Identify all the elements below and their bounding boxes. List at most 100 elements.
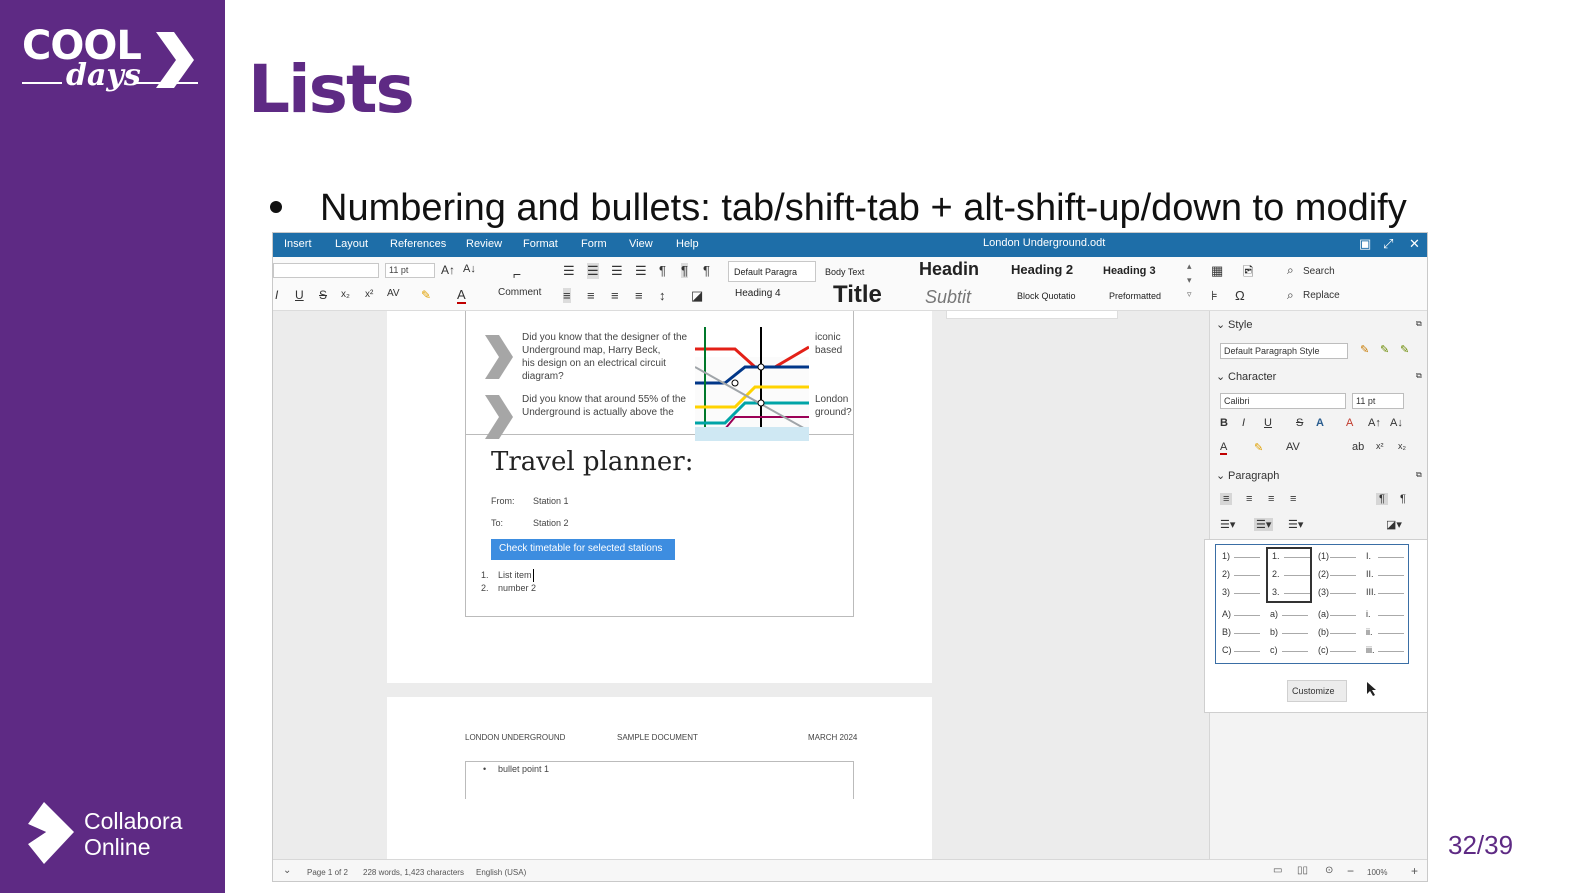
image-icon[interactable]: 🖻: [1243, 263, 1253, 285]
numbering-option[interactable]: 1) 2) 3): [1218, 547, 1264, 603]
bullet-point-1[interactable]: bullet point 1: [498, 763, 549, 776]
align-right-icon[interactable]: ≡: [611, 288, 619, 303]
style-body-text[interactable]: Body Text: [819, 261, 905, 282]
bullets-icon[interactable]: ☰: [563, 263, 575, 279]
font-name-select[interactable]: Calibri: [1220, 393, 1346, 409]
paragraph-bg-icon[interactable]: ◪▾: [1386, 518, 1402, 531]
grow-font-icon[interactable]: A↑: [441, 263, 455, 277]
style-title[interactable]: Title: [833, 281, 913, 309]
shadow-icon[interactable]: A: [1316, 417, 1324, 429]
numbering-option[interactable]: i. ii. iii.: [1362, 607, 1408, 663]
close-icon[interactable]: ✕: [1409, 236, 1420, 252]
new-style-icon[interactable]: ✎: [1380, 343, 1389, 356]
chevron-down-icon[interactable]: ⌄: [1216, 318, 1225, 331]
justify-icon[interactable]: ≡: [635, 288, 643, 303]
more-options-icon[interactable]: ⧉: [1416, 470, 1422, 480]
font-color-icon[interactable]: A: [1220, 441, 1228, 455]
outline-icon[interactable]: ☰: [611, 263, 623, 279]
strikethrough-icon[interactable]: S: [1296, 417, 1303, 429]
italic-icon[interactable]: I: [1242, 417, 1245, 429]
numbering-option[interactable]: I. II. III.: [1362, 547, 1408, 603]
style-heading-3[interactable]: Heading 3: [1103, 265, 1183, 281]
align-left-icon[interactable]: ≡: [563, 288, 571, 303]
align-center-icon[interactable]: ≡: [587, 288, 595, 303]
menu-format[interactable]: Format: [523, 238, 558, 250]
highlight-icon[interactable]: ✎: [421, 288, 431, 302]
numbering-dropdown-icon[interactable]: ☰▾: [1254, 518, 1274, 531]
chevron-down-icon[interactable]: ⌄: [1216, 469, 1225, 482]
replace-icon[interactable]: ⌕: [1287, 288, 1294, 303]
indent-icon[interactable]: ☰: [635, 263, 647, 279]
check-timetable-button[interactable]: Check timetable for selected stations: [491, 539, 675, 560]
spacing-icon[interactable]: AV: [1286, 441, 1300, 453]
menu-review[interactable]: Review: [466, 238, 502, 250]
style-preformatted[interactable]: Preformatted: [1109, 291, 1177, 305]
numbering-icon[interactable]: ☰: [587, 263, 599, 279]
font-size-box[interactable]: 11 pt: [385, 263, 435, 278]
superscript-icon[interactable]: x²: [365, 289, 373, 300]
line-spacing-icon[interactable]: ↕: [659, 288, 666, 303]
numbering-option[interactable]: A) B) C): [1218, 607, 1264, 663]
comment-label[interactable]: Comment: [498, 287, 541, 298]
zoom-out-icon[interactable]: −: [1347, 864, 1354, 878]
numbering-option-selected[interactable]: 1. 2. 3.: [1266, 547, 1312, 603]
menu-view[interactable]: View: [629, 238, 653, 250]
paragraph-bg-icon[interactable]: ◪: [691, 288, 703, 304]
table-icon[interactable]: ▦: [1211, 263, 1223, 279]
style-subtitle[interactable]: Subtit: [925, 287, 993, 309]
update-style-icon[interactable]: ✎: [1360, 343, 1369, 356]
shrink-font-icon[interactable]: A↓: [463, 263, 476, 275]
menu-insert[interactable]: Insert: [284, 238, 312, 250]
numbering-option[interactable]: (1) (2) (3): [1314, 547, 1360, 603]
style-heading-2[interactable]: Heading 2: [1011, 262, 1097, 282]
search-icon[interactable]: ⌕: [1287, 263, 1294, 278]
styles-scroll-up-icon[interactable]: ▴: [1187, 261, 1192, 272]
bullets-dropdown-icon[interactable]: ☰▾: [1220, 518, 1235, 531]
styles-more-icon[interactable]: ▿: [1187, 289, 1192, 300]
styles-scroll-down-icon[interactable]: ▾: [1187, 275, 1192, 286]
font-color-icon[interactable]: A: [457, 287, 466, 304]
more-options-icon[interactable]: ⧉: [1416, 371, 1422, 381]
clear-format-icon[interactable]: A: [1346, 417, 1353, 429]
zoom-level[interactable]: 100%: [1367, 868, 1387, 877]
language-status[interactable]: English (USA): [476, 868, 526, 877]
style-heading-1[interactable]: Headin: [919, 259, 1005, 283]
underline-icon[interactable]: U: [1264, 417, 1272, 429]
outline-dropdown-icon[interactable]: ☰▾: [1288, 518, 1303, 531]
align-center-icon[interactable]: ≡: [1246, 493, 1252, 505]
comment-icon[interactable]: ⌐: [513, 266, 521, 282]
field-icon[interactable]: ⊧: [1211, 288, 1218, 304]
numbering-option[interactable]: (a) (b) (c): [1314, 607, 1360, 663]
highlight-icon[interactable]: ✎: [1254, 441, 1263, 454]
edit-style-icon[interactable]: ✎: [1400, 343, 1409, 356]
subscript-icon[interactable]: x₂: [1398, 441, 1406, 451]
chevron-down-icon[interactable]: ⌄: [283, 865, 291, 876]
special-character-icon[interactable]: Ω: [1235, 288, 1245, 303]
document-canvas[interactable]: Did you know that the designer of the Un…: [273, 311, 1209, 859]
replace-label[interactable]: Replace: [1303, 290, 1340, 301]
justify-icon[interactable]: ≡: [1290, 493, 1296, 505]
subscript-icon[interactable]: x₂: [341, 289, 350, 300]
menu-form[interactable]: Form: [581, 238, 607, 250]
style-heading-4[interactable]: Heading 4: [735, 288, 815, 304]
style-default-paragraph[interactable]: Default Paragra: [728, 261, 816, 282]
multi-page-icon[interactable]: ▯▯: [1297, 865, 1308, 876]
numbering-option[interactable]: a) b) c): [1266, 607, 1312, 663]
view-layout-icon[interactable]: ▭: [1273, 865, 1282, 876]
font-size-select[interactable]: 11 pt: [1352, 393, 1404, 409]
to-value[interactable]: Station 2: [533, 517, 569, 530]
list-item-2[interactable]: number 2: [498, 582, 536, 595]
align-right-icon[interactable]: ≡: [1268, 493, 1274, 505]
zoom-reset-icon[interactable]: ⊙: [1325, 865, 1333, 876]
bold-icon[interactable]: B: [1220, 417, 1228, 429]
strikethrough-icon[interactable]: S: [319, 288, 327, 302]
style-block-quotation[interactable]: Block Quotatio: [1017, 291, 1085, 305]
more-options-icon[interactable]: ⧉: [1416, 319, 1422, 329]
pilcrow-icon[interactable]: ¶: [659, 263, 666, 278]
restore-icon[interactable]: ▣: [1359, 236, 1371, 252]
list-item-1[interactable]: List item: [498, 569, 534, 582]
chevron-down-icon[interactable]: ⌄: [1216, 370, 1225, 383]
superscript-icon[interactable]: x²: [1376, 441, 1384, 451]
italic-icon[interactable]: I: [275, 288, 278, 302]
rtl-icon[interactable]: ¶: [1400, 493, 1406, 505]
